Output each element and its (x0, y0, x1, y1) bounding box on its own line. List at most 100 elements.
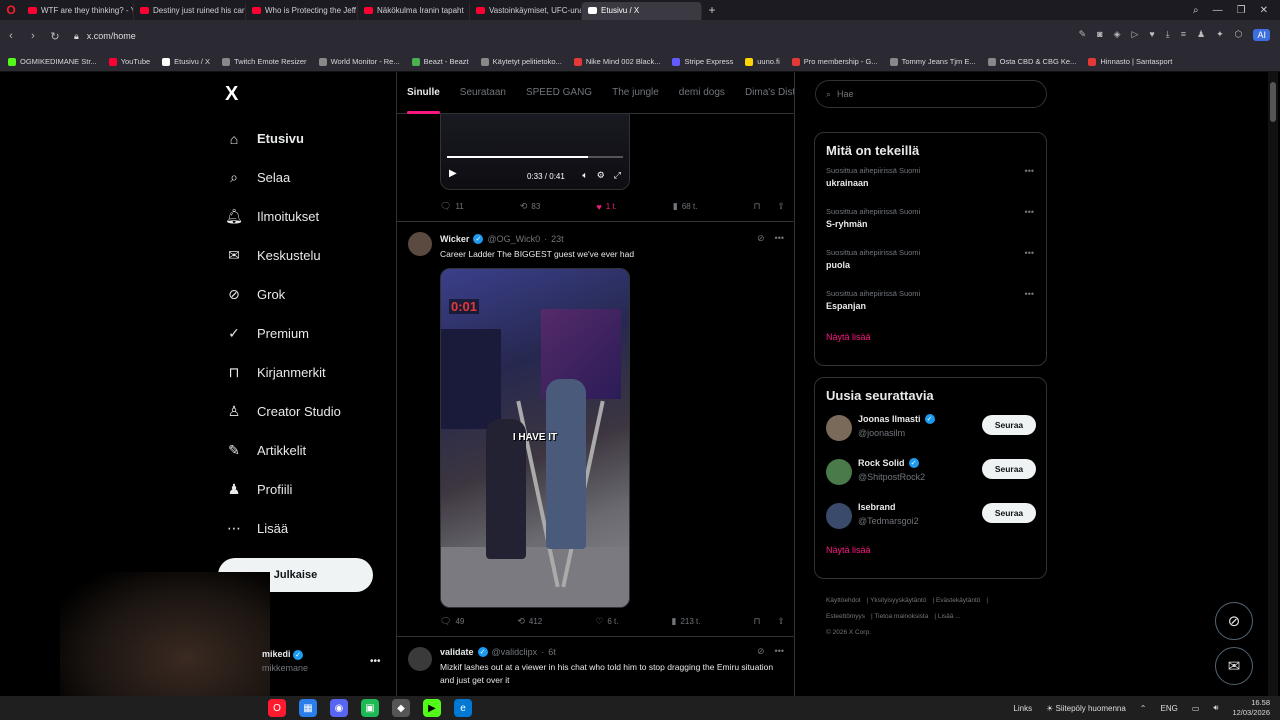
footer-link[interactable]: Lisää ... (938, 613, 961, 620)
share-icon[interactable]: ⇪ (777, 201, 785, 212)
nav-item-home[interactable]: ⌂ Etusivu (225, 119, 341, 158)
bookmark[interactable]: Nike Mind 002 Black... (573, 57, 660, 66)
video-player[interactable]: ▶ 0:33 / 0:41 🔈︎ ⚙ ⤢ (440, 112, 630, 190)
cube-icon[interactable]: ⬡ (1235, 29, 1243, 41)
profile-icon[interactable]: ♟ (1197, 29, 1205, 41)
camera-icon[interactable]: ◙ (1097, 29, 1102, 41)
nav-item-more[interactable]: ⋯ Lisää (225, 509, 341, 548)
tab-following[interactable]: Seurataan (450, 72, 516, 114)
browser-tab[interactable]: WTF are they thinking? - Y (22, 1, 134, 20)
opera-logo-icon[interactable]: O (0, 0, 22, 20)
heart-icon[interactable]: ♥ (1149, 29, 1154, 41)
app-icon[interactable]: ▣ (361, 699, 379, 717)
avatar[interactable] (826, 459, 852, 485)
clock[interactable]: 16.58 12/03/2026 (1232, 698, 1270, 718)
author-handle[interactable]: @validclipx (492, 647, 538, 657)
author-name[interactable]: validate (440, 647, 474, 657)
bookmark[interactable]: Twitch Emote Resizer (222, 57, 307, 66)
edit-icon[interactable]: ✎ (1079, 29, 1087, 41)
tab-list[interactable]: demi dogs (669, 72, 735, 114)
search-box[interactable]: ⌕ (815, 80, 1047, 108)
volume-icon[interactable]: 🔈︎ (582, 170, 587, 181)
bookmark[interactable]: uuno.fi (745, 57, 780, 66)
bookmark[interactable]: Käytetyt pelitietoko... (480, 57, 562, 66)
nav-item-articles[interactable]: ✎ Artikkelit (225, 431, 341, 470)
show-more-link[interactable]: Näytä lisää (815, 332, 1046, 342)
bookmark[interactable]: Tommy Jeans Tjm E... (889, 57, 976, 66)
grok-fab-button[interactable]: ⊘ (1215, 602, 1253, 640)
nav-item-notifications[interactable]: 🔔︎ Ilmoitukset (225, 197, 341, 236)
bookmark[interactable]: Stripe Express (672, 57, 733, 66)
tab-for-you[interactable]: Sinulle (397, 72, 450, 114)
edge-icon[interactable]: e (454, 699, 472, 717)
more-icon[interactable]: ••• (1025, 166, 1034, 176)
reload-icon[interactable]: ↻ (44, 30, 66, 43)
grok-icon[interactable]: ⊘ (757, 646, 765, 657)
volume-icon[interactable]: 🔊︎ (1213, 703, 1218, 713)
footer-link[interactable]: Esteettömyys (826, 613, 865, 620)
new-tab-button[interactable]: + (702, 3, 722, 17)
avatar[interactable] (826, 503, 852, 529)
menu-icon[interactable]: ≡ (1181, 29, 1186, 41)
author-name[interactable]: Wicker (440, 234, 469, 244)
browser-tab-active[interactable]: Etusivu / X (582, 1, 702, 20)
grok-icon[interactable]: ⊘ (757, 233, 765, 244)
discord-icon[interactable]: ◉ (330, 699, 348, 717)
nav-item-premium[interactable]: ✓ Premium (225, 314, 341, 353)
tab-list[interactable]: Dima's Dist (735, 72, 794, 114)
search-tabs-icon[interactable]: ⌕ (1193, 5, 1199, 16)
scrollbar[interactable] (1268, 72, 1278, 696)
nav-item-messages[interactable]: ✉ Keskustelu (225, 236, 341, 275)
tweet-video[interactable]: 0:01 I HAVE IT (440, 268, 630, 608)
bookmark[interactable]: Osta CBD & CBG Ke... (987, 57, 1076, 66)
weather-widget[interactable]: ☀ Siitepöly huomenna (1046, 704, 1126, 713)
tab-list[interactable]: The jungle (602, 72, 669, 114)
messages-fab-button[interactable]: ✉ (1215, 647, 1253, 685)
like-button[interactable]: ♡ 6 t. (595, 616, 618, 627)
app-icon[interactable]: ▶ (423, 699, 441, 717)
bookmark[interactable]: Pro membership - G... (791, 57, 878, 66)
repost-button[interactable]: ⟲ 412 (517, 616, 542, 627)
follow-button[interactable]: Seuraa (982, 503, 1036, 523)
author-handle[interactable]: @OG_Wick0 (487, 234, 540, 244)
links-toolbar[interactable]: Links (1013, 704, 1032, 713)
share-icon[interactable]: ⇪ (777, 616, 785, 627)
reply-button[interactable]: 🗨︎ 49 (440, 616, 464, 627)
settings-icon[interactable]: ⚙ (597, 170, 605, 181)
more-icon[interactable]: ••• (775, 233, 784, 244)
trend-item[interactable]: Suosittua aihepiirissä Suomi puola ••• (815, 244, 1046, 285)
footer-link[interactable]: Yksityisyyskäytäntö (870, 597, 926, 604)
browser-tab[interactable]: Vastoinkäymiset, UFC-una (470, 1, 582, 20)
follow-suggestion[interactable]: Joonas Ilmasti ✓ @joonasilm Seuraa (815, 411, 1046, 455)
x-logo-icon[interactable]: X (225, 84, 245, 104)
bookmark-icon[interactable]: ⊓ (754, 201, 761, 212)
footer-link[interactable]: Evästekäytäntö (936, 597, 980, 604)
nav-item-bookmarks[interactable]: ⊓ Kirjanmerkit (225, 353, 341, 392)
avatar[interactable] (826, 415, 852, 441)
bookmark[interactable]: Hinnasto | Santasport (1088, 57, 1172, 66)
back-icon[interactable]: ‹ (0, 30, 22, 42)
network-icon[interactable]: ▭ (1192, 704, 1200, 713)
views-button[interactable]: ▮ 213 t. (672, 616, 701, 627)
tweet-time[interactable]: 6t (548, 647, 556, 657)
extension-icon[interactable]: ✦ (1216, 29, 1224, 41)
account-switcher[interactable]: mikedi ✓ mikkemane (262, 649, 308, 673)
shield-icon[interactable]: ◈ (1114, 29, 1121, 41)
play-icon[interactable]: ▶ (449, 168, 457, 179)
fullscreen-icon[interactable]: ⤢ (614, 170, 621, 181)
nav-item-explore[interactable]: ⌕ Selaa (225, 158, 341, 197)
repost-button[interactable]: ⟲ 83 (520, 201, 540, 212)
follow-button[interactable]: Seuraa (982, 415, 1036, 435)
trend-item[interactable]: Suosittua aihepiirissä Suomi S-ryhmän ••… (815, 203, 1046, 244)
close-icon[interactable]: ✕ (1260, 5, 1268, 16)
tab-list[interactable]: SPEED GANG (516, 72, 602, 114)
forward-icon[interactable]: › (22, 30, 44, 42)
nav-item-grok[interactable]: ⊘ Grok (225, 275, 341, 314)
url-field[interactable]: 🔒︎ x.com/home (74, 31, 1004, 42)
maximize-icon[interactable]: ❐ (1237, 5, 1246, 16)
nav-item-profile[interactable]: ♟ Profiili (225, 470, 341, 509)
reply-button[interactable]: 🗨︎ 11 (440, 201, 464, 212)
avatar[interactable] (408, 647, 432, 671)
bookmark-icon[interactable]: ⊓ (753, 616, 760, 627)
nav-item-creator-studio[interactable]: ♙ Creator Studio (225, 392, 341, 431)
